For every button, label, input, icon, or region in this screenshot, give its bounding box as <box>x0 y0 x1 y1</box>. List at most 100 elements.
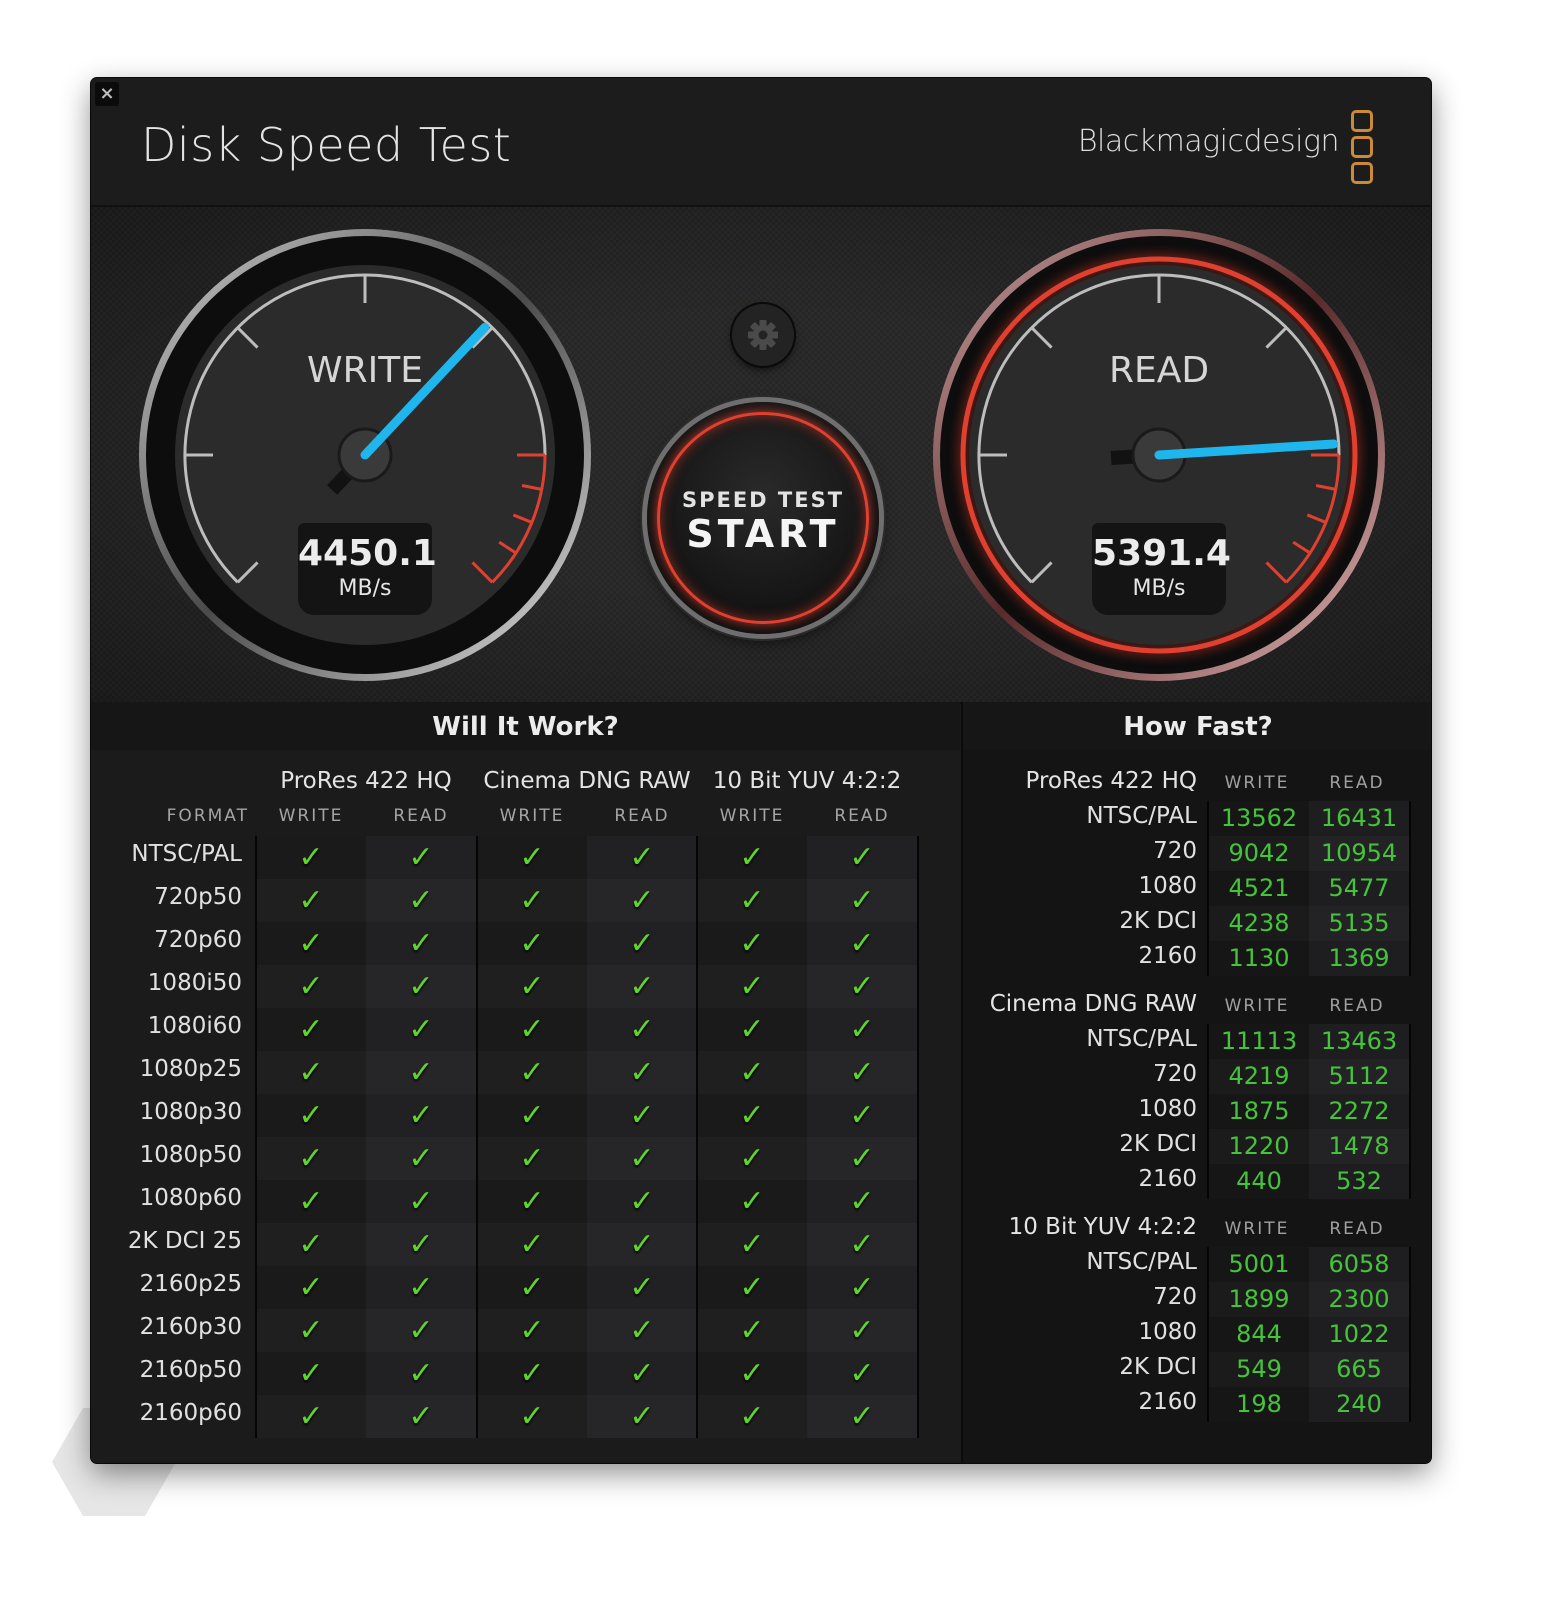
brand-logo-icon <box>1351 110 1373 184</box>
checkmark-icon: ✓ <box>629 1098 655 1133</box>
column-divider <box>1409 1024 1411 1199</box>
read-speed-cell: 532 <box>1309 1164 1409 1199</box>
check-cell: ✓ <box>256 1395 366 1438</box>
checkmark-icon: ✓ <box>519 1227 545 1262</box>
check-column: ✓ ✓ ✓ ✓ ✓ ✓ ✓ ✓ ✓ ✓ ✓ ✓ ✓ ✓ <box>587 836 697 1438</box>
check-cell: ✓ <box>807 1223 917 1266</box>
settings-button[interactable] <box>732 304 794 366</box>
checkmark-icon: ✓ <box>408 1141 434 1176</box>
read-gauge-dial <box>933 229 1385 681</box>
check-cell: ✓ <box>477 1309 587 1352</box>
format-label: 720p50 <box>154 884 242 910</box>
check-cell: ✓ <box>477 1137 587 1180</box>
column-divider <box>696 836 698 1438</box>
check-cell: ✓ <box>587 1223 697 1266</box>
read-speed-unit: MB/s <box>1132 576 1186 601</box>
how-fast-title: How Fast? <box>963 702 1431 750</box>
checkmark-icon: ✓ <box>408 1313 434 1348</box>
read-speed-cell: 1369 <box>1309 941 1409 976</box>
check-cell: ✓ <box>807 879 917 922</box>
check-cell: ✓ <box>807 1352 917 1395</box>
check-cell: ✓ <box>807 1008 917 1051</box>
write-gauge: WRITE 4450.1 MB/s <box>135 225 595 685</box>
check-cell: ✓ <box>366 1180 476 1223</box>
check-cell: ✓ <box>366 1352 476 1395</box>
checkmark-icon: ✓ <box>519 883 545 918</box>
write-readout: 4450.1 MB/s <box>298 523 437 615</box>
checkmark-icon: ✓ <box>408 1227 434 1262</box>
check-cell: ✓ <box>256 1008 366 1051</box>
checkmark-icon: ✓ <box>739 1313 765 1348</box>
checkmark-icon: ✓ <box>298 969 324 1004</box>
checkmark-icon: ✓ <box>298 840 324 875</box>
check-cell: ✓ <box>477 836 587 879</box>
check-cell: ✓ <box>807 1395 917 1438</box>
read-gauge: READ 5391.4 MB/s <box>929 225 1389 685</box>
check-cell: ✓ <box>697 1051 807 1094</box>
speed-test-start-button[interactable]: SPEED TEST START <box>647 402 879 634</box>
format-label: 1080p25 <box>139 1056 242 1082</box>
check-cell: ✓ <box>697 1266 807 1309</box>
resolution-label: NTSC/PAL <box>1086 1026 1197 1052</box>
read-gauge-label: READ <box>1108 350 1210 391</box>
checkmark-icon: ✓ <box>298 1356 324 1391</box>
check-cell: ✓ <box>477 1352 587 1395</box>
checkmark-icon: ✓ <box>298 1227 324 1262</box>
resolution-label: NTSC/PAL <box>1086 1249 1197 1275</box>
write-speed-cell: 844 <box>1209 1317 1309 1352</box>
how-fast-panel: How Fast? ProRes 422 HQ WRITE READ NTSC/PAL… <box>961 702 1431 1463</box>
checkmark-icon: ✓ <box>849 1399 875 1434</box>
resolution-label: 1080 <box>1138 873 1197 899</box>
checkmark-icon: ✓ <box>739 883 765 918</box>
check-cell: ✓ <box>477 965 587 1008</box>
write-speed-cell: 11113 <box>1209 1024 1309 1059</box>
check-cell: ✓ <box>366 836 476 879</box>
check-cell: ✓ <box>366 965 476 1008</box>
checkmark-icon: ✓ <box>519 926 545 961</box>
format-label: 2160p30 <box>139 1314 242 1340</box>
start-button-label: START <box>686 512 840 556</box>
checkmark-icon: ✓ <box>849 840 875 875</box>
check-cell: ✓ <box>587 1137 697 1180</box>
format-label: 1080p60 <box>139 1185 242 1211</box>
check-cell: ✓ <box>807 1137 917 1180</box>
checkmark-icon: ✓ <box>298 1055 324 1090</box>
check-cell: ✓ <box>256 965 366 1008</box>
checkmark-icon: ✓ <box>408 1184 434 1219</box>
format-label: 1080i60 <box>147 1013 242 1039</box>
read-speed-cell: 13463 <box>1309 1024 1409 1059</box>
close-button[interactable]: × <box>95 82 119 106</box>
read-speed-cell: 5477 <box>1309 871 1409 906</box>
checkmark-icon: ✓ <box>519 1270 545 1305</box>
checkmark-icon: ✓ <box>739 1184 765 1219</box>
resolution-label: 2K DCI <box>1119 908 1197 934</box>
check-cell: ✓ <box>366 922 476 965</box>
checkmark-icon: ✓ <box>739 840 765 875</box>
format-label: 720p60 <box>154 927 242 953</box>
checkmark-icon: ✓ <box>298 1399 324 1434</box>
check-cell: ✓ <box>366 879 476 922</box>
format-label: 2160p60 <box>139 1400 242 1426</box>
checkmark-icon: ✓ <box>849 1270 875 1305</box>
format-label: 1080p50 <box>139 1142 242 1168</box>
write-speed-cell: 549 <box>1209 1352 1309 1387</box>
checkmark-icon: ✓ <box>298 926 324 961</box>
check-cell: ✓ <box>587 922 697 965</box>
check-cell: ✓ <box>697 1008 807 1051</box>
resolution-label: 2K DCI <box>1119 1354 1197 1380</box>
checkmark-icon: ✓ <box>739 1399 765 1434</box>
check-cell: ✓ <box>256 836 366 879</box>
column-divider <box>917 836 919 1438</box>
app-title: Disk Speed Test <box>141 118 512 172</box>
checkmark-icon: ✓ <box>849 1012 875 1047</box>
checkmark-icon: ✓ <box>519 1399 545 1434</box>
read-speed-cell: 5112 <box>1309 1059 1409 1094</box>
codec-header: 10 Bit YUV 4:2:2 <box>712 768 902 794</box>
check-cell: ✓ <box>697 1180 807 1223</box>
checkmark-icon: ✓ <box>629 1399 655 1434</box>
check-cell: ✓ <box>587 1352 697 1395</box>
checkmark-icon: ✓ <box>739 1098 765 1133</box>
write-speed-cell: 4521 <box>1209 871 1309 906</box>
write-column-header: WRITE <box>719 806 785 826</box>
check-cell: ✓ <box>587 1094 697 1137</box>
